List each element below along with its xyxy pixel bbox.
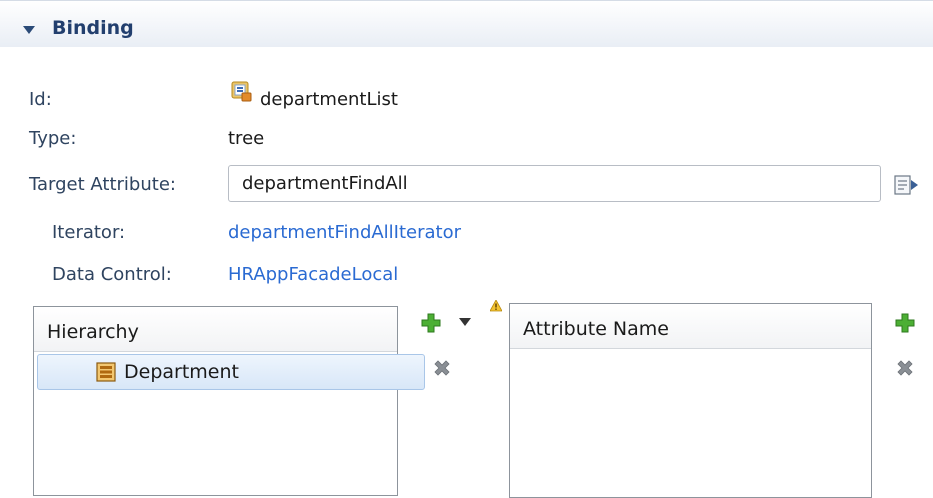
collection-icon	[96, 362, 116, 382]
id-value: departmentList	[260, 89, 398, 110]
attribute-header-label: Attribute Name	[523, 318, 669, 340]
tree-item-label: Department	[124, 361, 239, 383]
hierarchy-panel[interactable]: Hierarchy	[33, 306, 398, 496]
remove-hierarchy-icon[interactable]	[432, 358, 452, 378]
tree-item-department[interactable]: Department	[37, 354, 425, 390]
dropdown-icon[interactable]	[459, 318, 471, 326]
target-attribute-label: Target Attribute:	[29, 174, 176, 195]
target-attribute-input[interactable]	[228, 165, 881, 202]
attribute-panel[interactable]: Attribute Name	[509, 303, 872, 498]
iterator-link[interactable]: departmentFindAllIterator	[228, 222, 461, 243]
id-label: Id:	[29, 89, 52, 110]
add-hierarchy-icon[interactable]	[421, 313, 441, 333]
hierarchy-header-label: Hierarchy	[47, 321, 139, 343]
type-label: Type:	[29, 128, 77, 149]
edit-icon[interactable]	[894, 174, 918, 196]
add-attribute-icon[interactable]	[895, 313, 915, 333]
type-value: tree	[228, 128, 265, 149]
section-title: Binding	[52, 17, 134, 39]
data-control-link[interactable]: HRAppFacadeLocal	[228, 264, 398, 285]
collapse-chevron-icon[interactable]	[23, 26, 35, 34]
hierarchy-header: Hierarchy	[34, 307, 397, 352]
binding-section-header[interactable]: Binding	[0, 0, 933, 47]
binding-icon	[231, 81, 252, 102]
data-control-label: Data Control:	[52, 264, 172, 285]
iterator-label: Iterator:	[52, 222, 126, 243]
attribute-header: Attribute Name	[510, 304, 871, 349]
warning-icon	[490, 300, 502, 312]
remove-attribute-icon[interactable]	[895, 358, 915, 378]
